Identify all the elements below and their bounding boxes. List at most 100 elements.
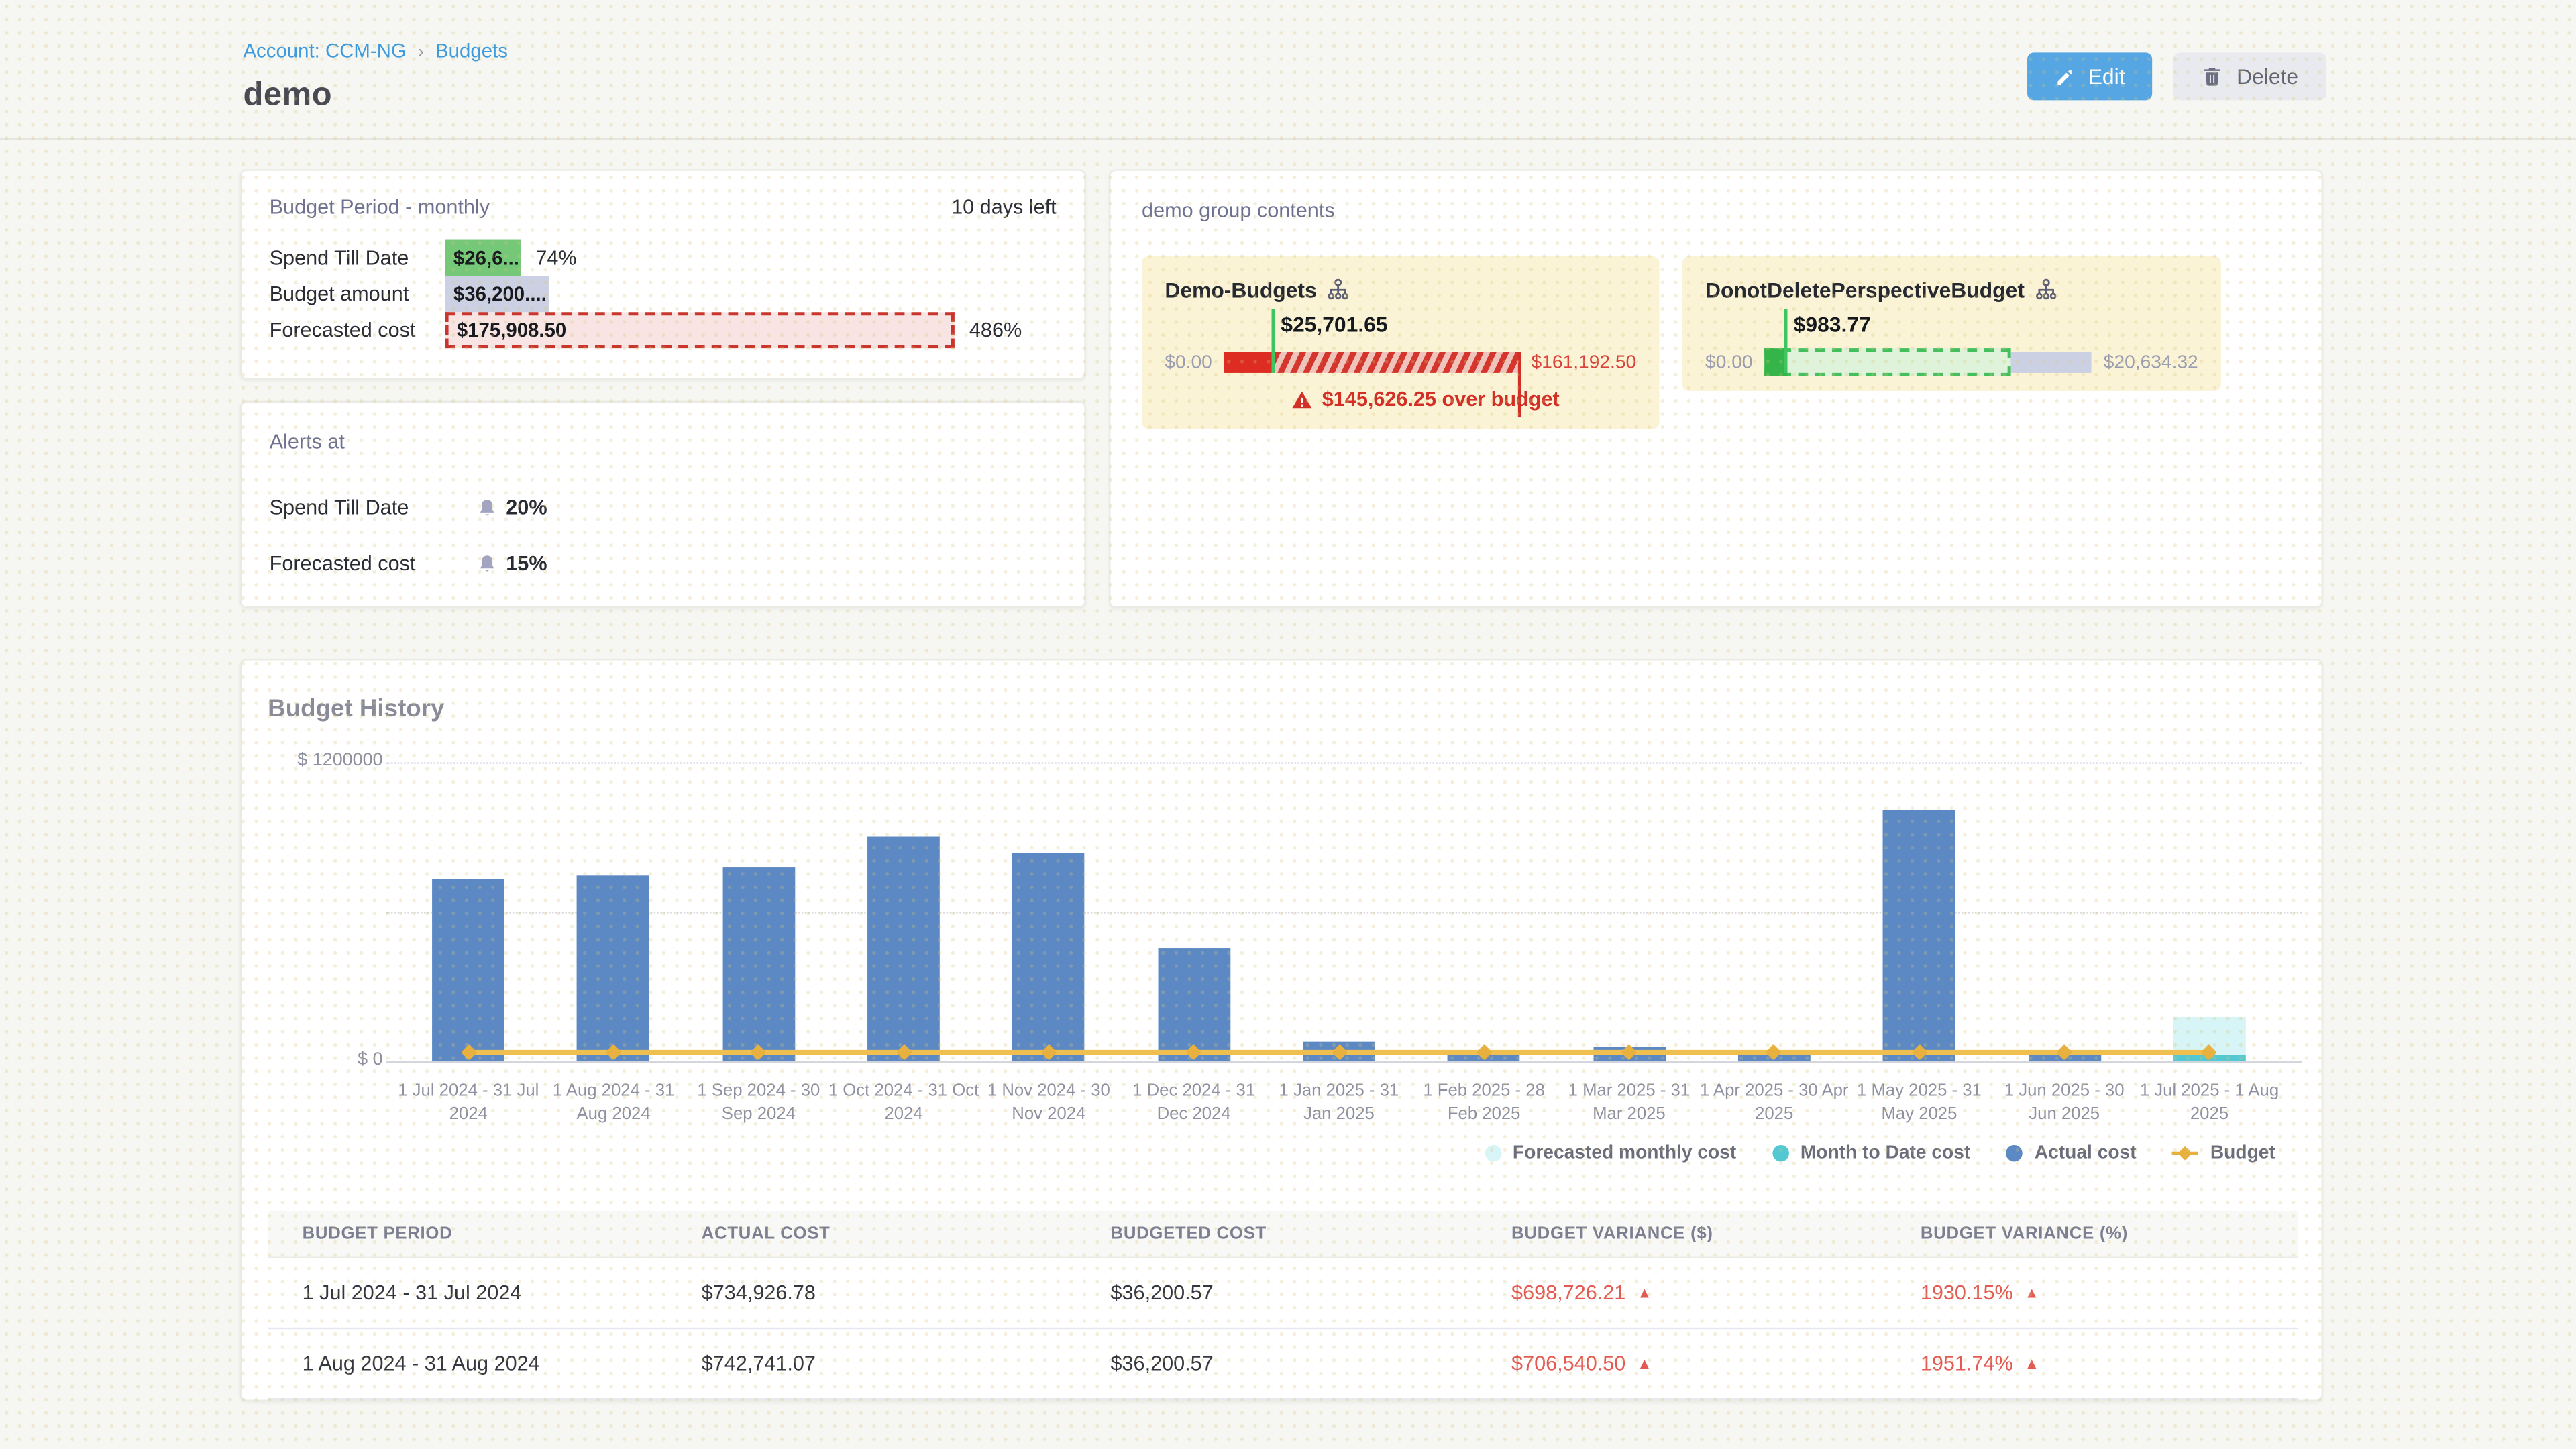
days-left-label: 10 days left <box>951 195 1057 218</box>
warning-icon <box>1291 388 1312 410</box>
x-axis-label: 1 Sep 2024 - 30 Sep 2024 <box>683 1081 834 1126</box>
cell-actual-cost: $734,926.78 <box>667 1258 1076 1328</box>
group-contents-card: demo group contents Demo-Budgets $0.00 <box>1109 169 2323 608</box>
budget-progress-bar[interactable]: $25,701.65 <box>1224 352 1519 373</box>
budget-history-title: Budget History <box>268 693 2321 724</box>
breadcrumb-budgets-link[interactable]: Budgets <box>435 40 508 62</box>
trend-up-icon: ▲ <box>2025 1355 2039 1371</box>
hierarchy-icon <box>1326 278 1351 303</box>
table-row: 1 Aug 2024 - 31 Aug 2024 $742,741.07 $36… <box>268 1328 2298 1399</box>
legend-item[interactable]: Budget <box>2173 1143 2275 1163</box>
bell-icon <box>476 497 498 519</box>
budget-progress-bar[interactable]: $983.77 <box>1764 352 2092 373</box>
breadcrumb-account-link[interactable]: Account: CCM-NG <box>243 40 406 62</box>
legend-dot <box>1485 1145 1501 1161</box>
cell-budgeted-cost: $36,200.57 <box>1076 1328 1477 1399</box>
edit-button-label: Edit <box>2088 64 2125 89</box>
budget-detail-page: Account: CCM-NG › Budgets demo Edit Delete… <box>0 0 2576 1449</box>
trend-up-icon: ▲ <box>1637 1355 1652 1371</box>
x-axis-label: 1 Jan 2025 - 31 Jan 2025 <box>1263 1081 1414 1126</box>
page-title: demo <box>243 77 507 115</box>
budget-max-label: $20,634.32 <box>2104 352 2198 372</box>
x-axis-label: 1 Jun 2025 - 30 Jun 2025 <box>1989 1081 2140 1126</box>
over-budget-alert: $145,626.25 over budget <box>1165 388 1636 411</box>
spend-till-date-row: Spend Till Date $26,6... 74% <box>270 240 1057 276</box>
spend-marker-line <box>1271 309 1275 373</box>
bar-actual-cost[interactable] <box>432 878 504 1061</box>
bar-actual-cost[interactable] <box>722 868 795 1061</box>
spend-till-date-bar: $26,6... <box>445 240 521 276</box>
over-budget-end-line <box>1518 352 1521 417</box>
budget-period-card: Budget Period - monthly 10 days left Spe… <box>240 169 1086 379</box>
x-axis-label: 1 Jul 2024 - 31 Jul 2024 <box>393 1081 544 1126</box>
alert-row-spend: Spend Till Date 20% <box>270 488 1057 527</box>
budget-amount-bar: $36,200.... <box>445 276 549 312</box>
table-column-header: BUDGET VARIANCE (%) <box>1886 1211 2298 1258</box>
chart-legend: Forecasted monthly cost Month to Date cos… <box>241 1137 2275 1170</box>
budget-tile-name[interactable]: Demo-Budgets <box>1165 278 1316 303</box>
forecasted-cost-row: Forecasted cost $175,908.50 486% <box>270 312 1057 348</box>
legend-dot <box>1772 1145 1788 1161</box>
trend-up-icon: ▲ <box>1637 1285 1652 1301</box>
budget-tile-name[interactable]: DonotDeletePerspectiveBudget <box>1705 278 2025 303</box>
x-axis-label: 1 Aug 2024 - 31 Aug 2024 <box>538 1081 689 1126</box>
table-column-header: ACTUAL COST <box>667 1211 1076 1258</box>
actual-spend-segment <box>1224 352 1271 373</box>
gridline <box>386 762 2302 763</box>
budget-period-card-title: Budget Period - monthly <box>270 195 490 218</box>
legend-item[interactable]: Month to Date cost <box>1772 1143 1970 1163</box>
forecasted-cost-pct: 486% <box>969 312 1022 348</box>
bar-actual-cost[interactable] <box>867 836 940 1061</box>
cell-variance-pct: 1930.15%▲ <box>1886 1258 2298 1328</box>
budget-legend-marker <box>2173 1145 2199 1161</box>
alert-spend-label: Spend Till Date <box>270 496 477 519</box>
delete-button[interactable]: Delete <box>2174 52 2326 100</box>
forecasted-cost-label: Forecasted cost <box>270 312 445 348</box>
alerts-card: Alerts at Spend Till Date 20% Forecasted… <box>240 401 1086 608</box>
table-column-header: BUDGET PERIOD <box>268 1211 667 1258</box>
cell-actual-cost: $742,741.07 <box>667 1328 1076 1399</box>
over-budget-alert-text: $145,626.25 over budget <box>1322 388 1560 411</box>
spend-marker-value: $25,701.65 <box>1281 312 1387 337</box>
alerts-card-title: Alerts at <box>270 431 345 453</box>
table-row: 1 Jul 2024 - 31 Jul 2024 $734,926.78 $36… <box>268 1258 2298 1328</box>
budget-min-label: $0.00 <box>1165 352 1212 372</box>
x-axis-label: 1 Mar 2025 - 31 Mar 2025 <box>1554 1081 1705 1126</box>
budget-tile-donotdelete: DonotDeletePerspectiveBudget $0.00 $983.… <box>1682 256 2221 391</box>
delete-button-label: Delete <box>2237 64 2298 89</box>
bar-actual-cost[interactable] <box>1012 853 1085 1061</box>
y-axis-tick-label: $ 0 <box>252 1050 383 1069</box>
trend-up-icon: ▲ <box>2025 1285 2039 1301</box>
spend-marker-value: $983.77 <box>1794 312 1871 337</box>
cell-budgeted-cost: $36,200.57 <box>1076 1258 1477 1328</box>
gridline <box>386 912 2302 913</box>
budget-amount-label: Budget amount <box>270 276 445 312</box>
trash-icon <box>2202 66 2224 87</box>
cell-variance-usd: $698,726.21▲ <box>1477 1258 1886 1328</box>
bar-actual-cost[interactable] <box>578 876 650 1061</box>
bar-actual-cost[interactable] <box>1883 810 1955 1061</box>
x-axis-label: 1 Jul 2025 - 1 Aug 2025 <box>2134 1081 2285 1126</box>
budget-tile-demo-budgets: Demo-Budgets $0.00 $25,701.65 <box>1142 256 1659 429</box>
breadcrumb: Account: CCM-NG › Budgets <box>243 40 507 62</box>
table-column-header: BUDGET VARIANCE ($) <box>1477 1211 1886 1258</box>
alert-forecast-value: 15% <box>506 552 547 575</box>
budget-amount-row: Budget amount $36,200.... <box>270 276 1057 312</box>
spend-marker-line <box>1784 309 1787 373</box>
legend-item[interactable]: Forecasted monthly cost <box>1485 1143 1736 1163</box>
x-axis-label: 1 Feb 2025 - 28 Feb 2025 <box>1409 1081 1560 1126</box>
x-axis-label: 1 Nov 2024 - 30 Nov 2024 <box>973 1081 1124 1126</box>
legend-dot <box>2006 1145 2023 1161</box>
x-axis-label: 1 Dec 2024 - 31 Dec 2024 <box>1118 1081 1269 1126</box>
y-axis-tick-label: $ 1200000 <box>252 751 383 770</box>
bell-icon <box>476 553 498 574</box>
spend-till-date-pct: 74% <box>535 240 576 276</box>
alert-spend-value: 20% <box>506 496 547 519</box>
cell-variance-usd: $706,540.50▲ <box>1477 1328 1886 1399</box>
edit-button[interactable]: Edit <box>2027 52 2153 100</box>
table-column-header: BUDGETED COST <box>1076 1211 1477 1258</box>
budget-history-chart: $ 0 $ 1200000 1 Jul 2024 - 31 Jul 20241 Au… <box>241 739 2321 1134</box>
breadcrumb-separator: › <box>418 43 424 62</box>
budget-history-table: BUDGET PERIODACTUAL COSTBUDGETED COSTBUD… <box>268 1211 2298 1400</box>
legend-item[interactable]: Actual cost <box>2006 1143 2136 1163</box>
